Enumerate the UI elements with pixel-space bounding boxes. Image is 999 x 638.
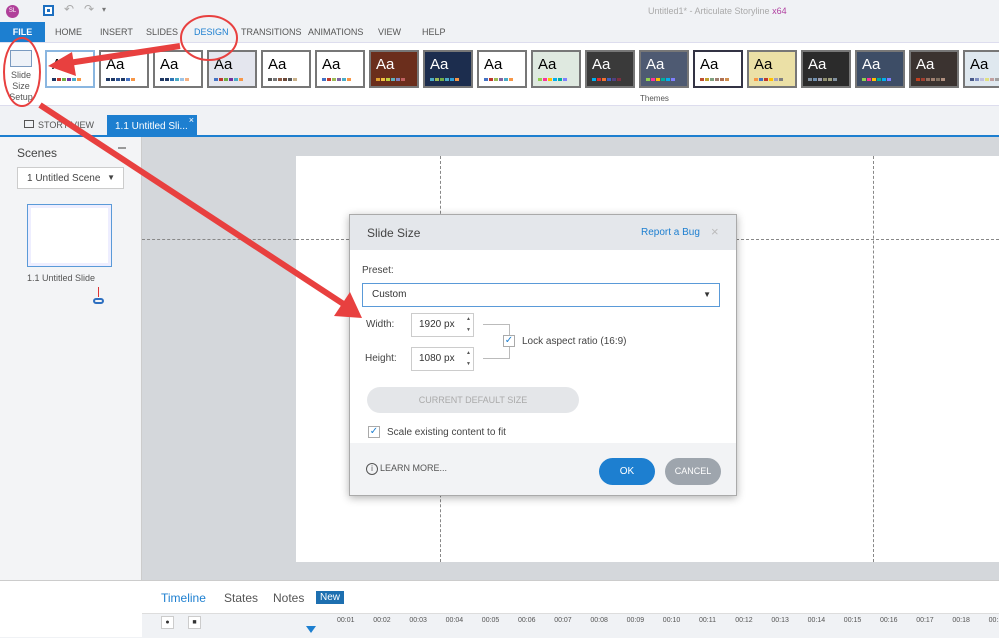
annotation-arrow — [61, 43, 181, 67]
annotation-circle-design — [180, 15, 238, 61]
annotation-overlay — [3, 15, 362, 318]
annotation-arrow — [38, 102, 347, 308]
annotation-arrowhead — [334, 292, 362, 318]
annotation-arrowhead — [48, 52, 76, 76]
annotation-circle-slide-size — [3, 37, 41, 107]
